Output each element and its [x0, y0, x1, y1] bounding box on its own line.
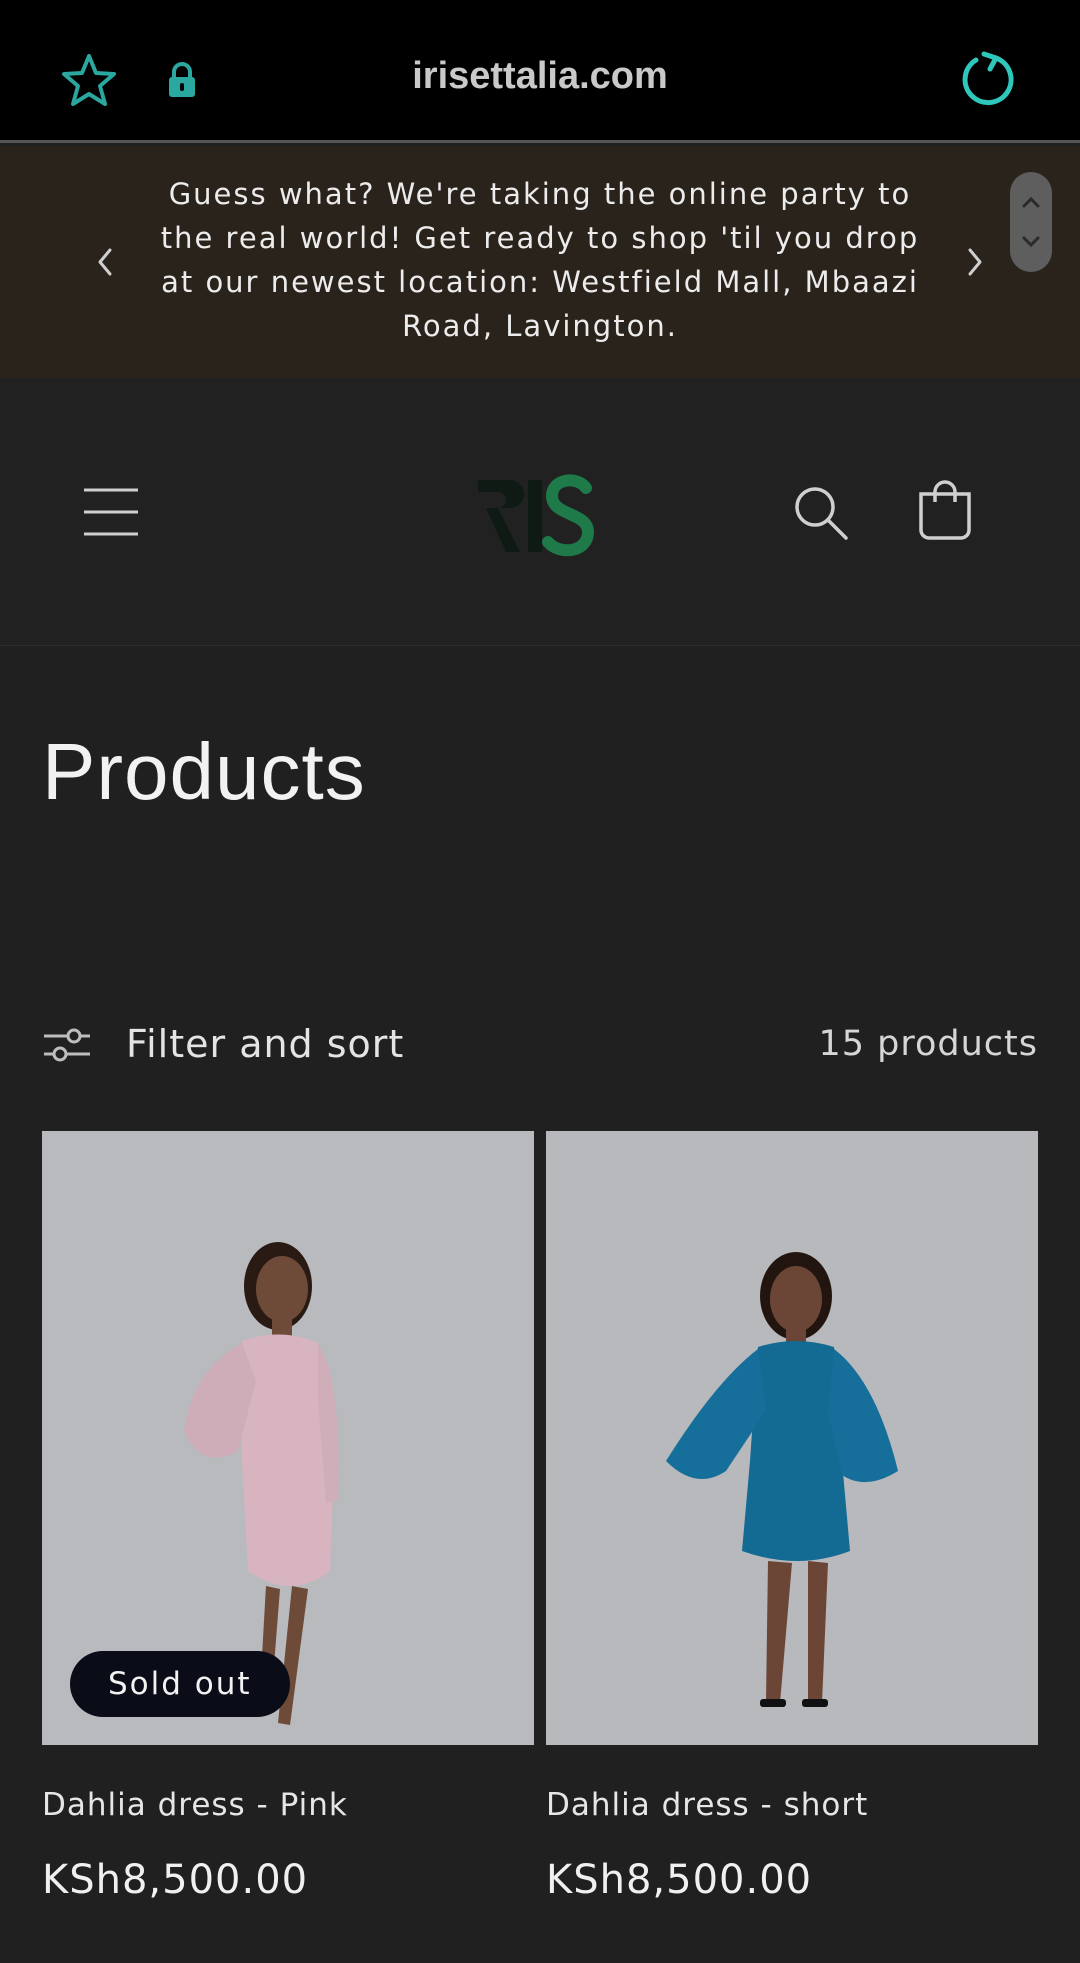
chevron-right-icon[interactable] [960, 242, 990, 282]
cart-icon[interactable] [915, 478, 975, 542]
announcement-bar: Guess what? We're taking the online part… [0, 146, 1080, 378]
page-title: Products [42, 727, 366, 816]
search-icon[interactable] [790, 482, 850, 542]
address-bar-url[interactable]: irisettalia.com [0, 55, 1080, 98]
brand-logo[interactable] [468, 466, 598, 560]
announcement-text: Guess what? We're taking the online part… [160, 177, 920, 343]
product-count: 15 products [818, 1024, 1038, 1064]
reload-icon[interactable] [960, 50, 1016, 106]
product-name[interactable]: Dahlia dress - short [546, 1787, 1038, 1823]
product-image[interactable] [546, 1131, 1038, 1745]
filter-and-sort-button[interactable]: Filter and sort [126, 1022, 404, 1066]
hamburger-menu-icon[interactable] [82, 486, 140, 538]
product-price: KSh8,500.00 [546, 1857, 813, 1903]
scroll-arrows-icon [1022, 196, 1040, 248]
page-scroll-control[interactable] [1010, 172, 1052, 272]
product-image[interactable]: Sold out [42, 1131, 534, 1745]
sold-out-badge: Sold out [70, 1651, 290, 1717]
filter-row: Filter and sort 15 products [42, 1020, 1038, 1070]
site-header [0, 378, 1080, 646]
product-name[interactable]: Dahlia dress - Pink [42, 1787, 534, 1823]
product-price: KSh8,500.00 [42, 1857, 309, 1903]
product-card[interactable]: Dahlia dress - short KSh8,500.00 [546, 1131, 1038, 1903]
filter-sliders-icon[interactable] [42, 1025, 92, 1065]
browser-toolbar: irisettalia.com [0, 0, 1080, 143]
product-card[interactable]: Sold out Dahlia dress - Pink KSh8,500.00 [42, 1131, 534, 1903]
chevron-left-icon[interactable] [90, 242, 120, 282]
model-blue-dress-image [546, 1131, 1038, 1745]
